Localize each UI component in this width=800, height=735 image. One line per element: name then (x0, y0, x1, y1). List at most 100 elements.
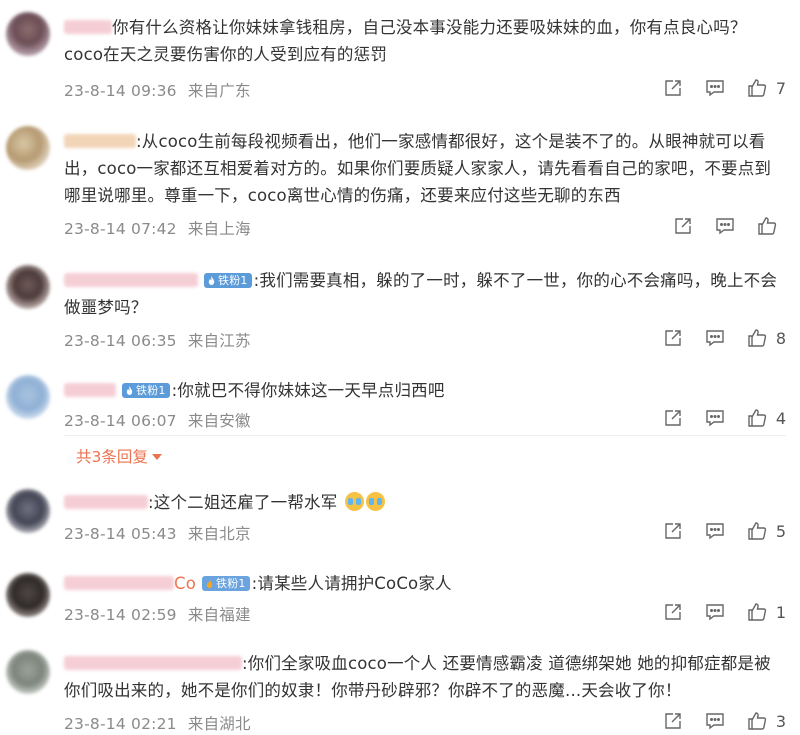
comment-item: :你们全家吸血coco一个人 还要情感霸凌 道德绑架她 她的抑郁症都是被你们吸出… (0, 640, 800, 735)
username[interactable] (64, 20, 112, 34)
like-button[interactable]: 1 (747, 602, 786, 622)
avatar[interactable] (6, 489, 50, 533)
comment-actions: 8 (641, 328, 786, 348)
fan-badge[interactable]: 铁粉1 (122, 383, 170, 398)
flame-icon (126, 386, 133, 395)
like-count: 8 (775, 328, 786, 348)
comment-actions: 4 (641, 408, 786, 428)
comment-text: :这个二姐还雇了一帮水军 (64, 489, 786, 516)
comment-text: :你们全家吸血coco一个人 还要情感霸凌 道德绑架她 她的抑郁症都是被你们吸出… (64, 650, 786, 704)
comment-item: 铁粉1:我们需要真相，躲的了一时，躲不了一世，你的心不会痛吗，晚上不会做噩梦吗？… (0, 245, 800, 355)
comment-button[interactable] (705, 711, 725, 731)
comment-actions (651, 216, 786, 236)
thumbs-up-icon (748, 329, 766, 347)
comment-text: Co 铁粉1 :请某些人请拥护CoCo家人 (64, 570, 786, 597)
comment-actions: 3 (641, 711, 786, 731)
share-button[interactable] (663, 408, 683, 428)
comment-text: 铁粉1 :你就巴不得你妹妹这一天早点归西吧 (64, 377, 786, 404)
fan-badge-label: 铁粉1 (216, 577, 246, 590)
comment-icon (706, 713, 724, 730)
comment-location: 来自安徽 (187, 412, 251, 430)
comment-button[interactable] (705, 78, 725, 98)
comment-actions: 5 (641, 521, 786, 541)
like-button[interactable]: 7 (747, 78, 786, 98)
view-replies-label: 共3条回复 (76, 448, 148, 466)
comment-button[interactable] (705, 521, 725, 541)
comment-item: :这个二姐还雇了一帮水军 23-8-14 05:43 来自北京 5 (0, 475, 800, 565)
comment-actions: 1 (641, 602, 786, 622)
like-button[interactable]: 4 (747, 408, 786, 428)
comment-text: 你有什么资格让你妹妹拿钱租房，自己没本事没能力还要吸妹妹的血，你有点良心吗？ c… (64, 14, 786, 68)
like-count: 3 (775, 711, 786, 731)
like-count: 7 (775, 78, 786, 98)
avatar[interactable] (6, 573, 50, 617)
avatar[interactable] (6, 650, 50, 694)
fan-badge-label: 铁粉1 (136, 384, 166, 397)
avatar[interactable] (6, 12, 50, 56)
username[interactable] (64, 495, 148, 509)
flame-icon (206, 579, 213, 588)
comment-time: 23-8-14 07:42 (64, 220, 177, 238)
username[interactable] (64, 383, 116, 397)
comment-meta: 23-8-14 02:59 来自福建 (64, 603, 251, 625)
comment-content-line2: coco在天之灵要伤害你的人受到应有的惩罚 (64, 45, 388, 64)
comment-icon (716, 218, 734, 235)
comment-item: :从coco生前每段视频看出，他们一家感情都很好，这个是装不了的。从眼神就可以看… (0, 108, 800, 245)
comment-text: :从coco生前每段视频看出，他们一家感情都很好，这个是装不了的。从眼神就可以看… (64, 128, 786, 209)
share-icon (665, 523, 681, 539)
share-icon (665, 410, 681, 426)
like-button[interactable]: 8 (747, 328, 786, 348)
comment-button[interactable] (705, 602, 725, 622)
fan-badge-label: 铁粉1 (218, 274, 248, 287)
comment-content: :你就巴不得你妹妹这一天早点归西吧 (171, 381, 445, 400)
share-icon (665, 330, 681, 346)
comment-button[interactable] (715, 216, 735, 236)
share-button[interactable] (663, 602, 683, 622)
avatar[interactable] (6, 126, 50, 170)
thumbs-up-icon (758, 217, 777, 235)
username[interactable] (64, 134, 136, 148)
crying-face-icon (365, 492, 385, 511)
like-button[interactable]: 5 (747, 521, 786, 541)
thumbs-up-icon (748, 603, 766, 621)
comment-content: :请某些人请拥护CoCo家人 (251, 574, 452, 593)
comment-time: 23-8-14 09:36 (64, 82, 177, 100)
divider (64, 435, 786, 436)
username[interactable] (64, 273, 198, 287)
view-replies-link[interactable]: 共3条回复 (76, 445, 162, 467)
comment-location: 来自湖北 (187, 715, 251, 733)
fan-badge[interactable]: 铁粉1 (202, 576, 250, 591)
comment-item: Co 铁粉1 :请某些人请拥护CoCo家人 23-8-14 02:59 来自福建 1 (0, 565, 800, 640)
comment-button[interactable] (705, 328, 725, 348)
comment-meta: 23-8-14 06:35 来自江苏 (64, 329, 251, 351)
like-button[interactable]: 3 (747, 711, 786, 731)
comment-time: 23-8-14 06:07 (64, 412, 177, 430)
like-button[interactable] (757, 216, 786, 236)
thumbs-up-icon (748, 712, 766, 730)
like-count: 5 (775, 521, 786, 541)
comment-icon (706, 330, 724, 347)
username[interactable] (64, 656, 242, 670)
username[interactable] (64, 576, 174, 590)
comment-button[interactable] (705, 408, 725, 428)
share-button[interactable] (663, 521, 683, 541)
share-button[interactable] (663, 78, 683, 98)
comment-time: 23-8-14 06:35 (64, 332, 177, 350)
like-count: 4 (775, 408, 786, 428)
share-icon (675, 218, 691, 234)
comment-location: 来自广东 (187, 82, 251, 100)
comment-meta: 23-8-14 06:07 来自安徽 (64, 409, 251, 431)
share-button[interactable] (663, 711, 683, 731)
comment-location: 来自北京 (187, 525, 251, 543)
avatar[interactable] (6, 375, 50, 419)
share-icon (665, 713, 681, 729)
crying-face-icon (344, 492, 364, 511)
thumbs-up-icon (748, 409, 766, 427)
fan-badge[interactable]: 铁粉1 (204, 273, 252, 288)
comment-meta: 23-8-14 07:42 来自上海 (64, 217, 251, 239)
comment-location: 来自上海 (187, 220, 251, 238)
share-button[interactable] (673, 216, 693, 236)
avatar[interactable] (6, 265, 50, 309)
share-button[interactable] (663, 328, 683, 348)
username-tail[interactable]: Co (174, 574, 196, 593)
